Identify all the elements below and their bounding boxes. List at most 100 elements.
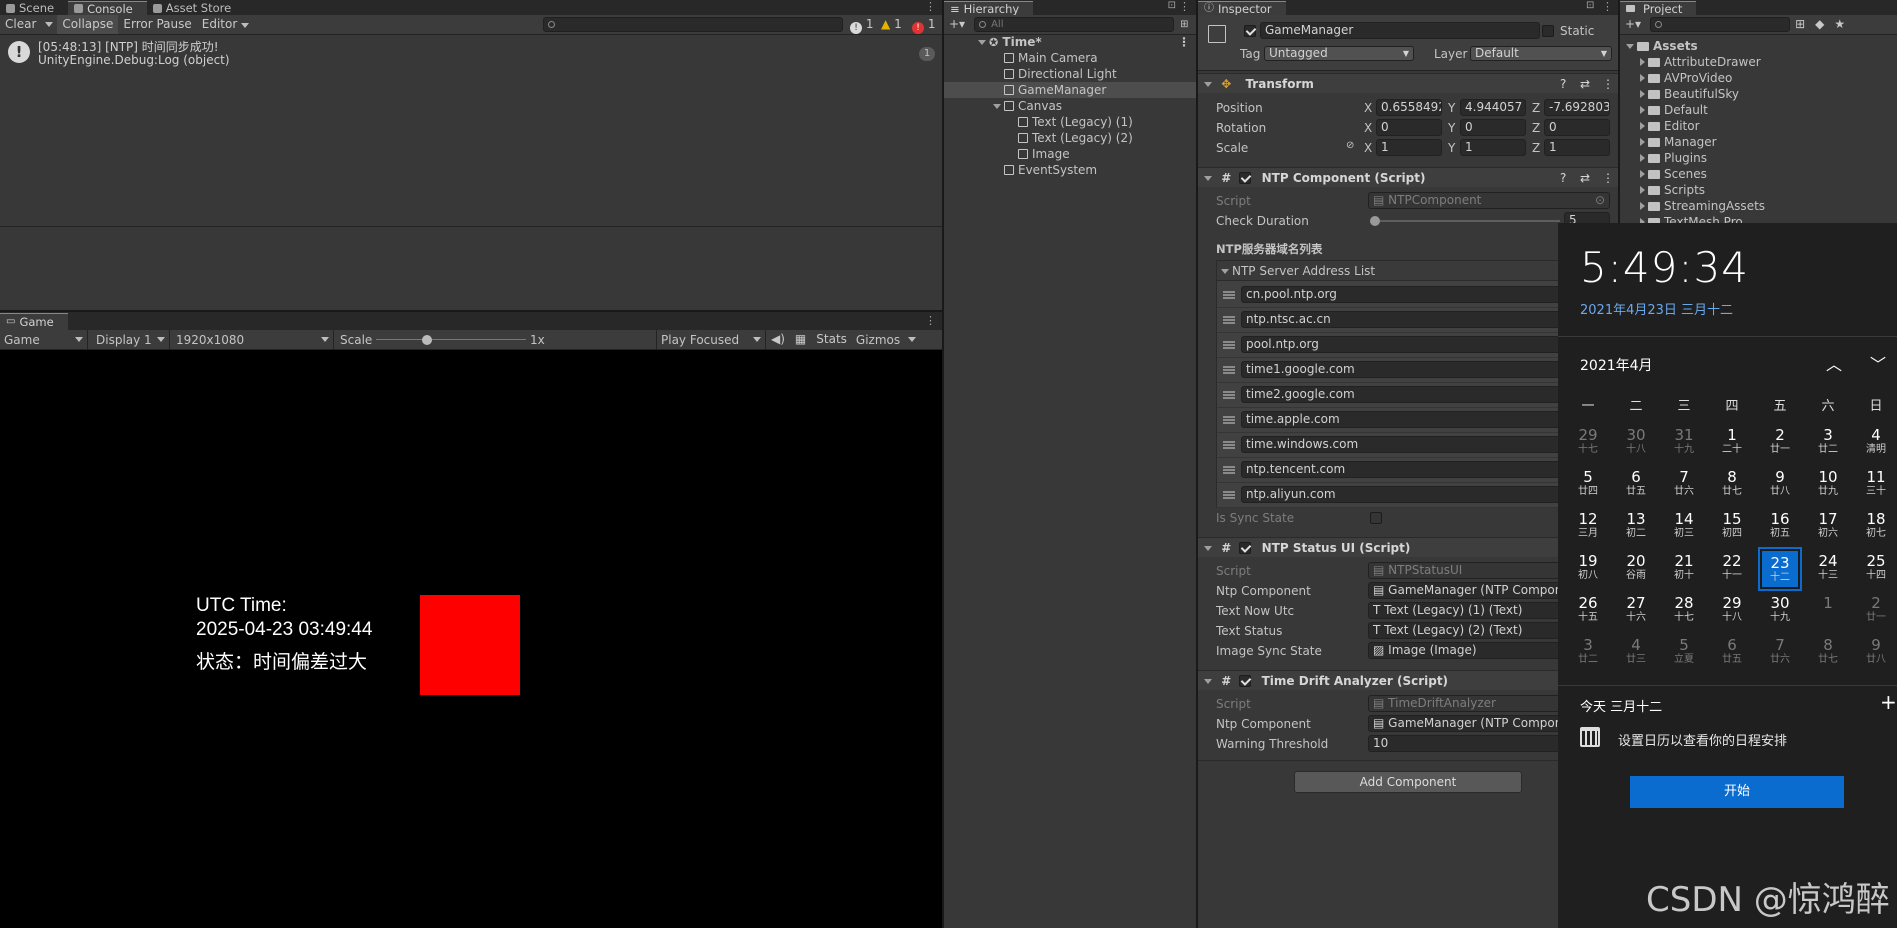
calendar-day[interactable]: 19 初八 bbox=[1568, 549, 1608, 589]
create-button[interactable]: +▾ bbox=[1620, 15, 1646, 34]
axis-z-label[interactable]: Z bbox=[1532, 120, 1540, 136]
info-count-toggle[interactable]: ! 1 bbox=[845, 15, 878, 34]
help-icon[interactable]: ? bbox=[1560, 74, 1566, 94]
chevron-right-icon[interactable] bbox=[1640, 90, 1645, 98]
chevron-down-icon[interactable] bbox=[1204, 546, 1212, 551]
help-icon[interactable]: ? bbox=[1560, 168, 1566, 188]
chevron-down-icon[interactable] bbox=[1626, 44, 1634, 49]
tag-dropdown[interactable]: Untagged ▼ bbox=[1264, 46, 1414, 61]
calendar-day[interactable]: 12 三月 bbox=[1568, 507, 1608, 547]
calendar-day[interactable]: 11 三十 bbox=[1856, 465, 1896, 505]
chevron-right-icon[interactable] bbox=[1640, 202, 1645, 210]
active-checkbox[interactable] bbox=[1244, 25, 1256, 37]
next-month-icon[interactable]: ﹀ bbox=[1870, 351, 1886, 375]
scale-z-field[interactable]: 1 bbox=[1544, 139, 1610, 156]
game-view-dropdown[interactable]: Game bbox=[0, 330, 88, 349]
drag-handle-icon[interactable] bbox=[1223, 416, 1235, 424]
project-folder-item[interactable]: Default bbox=[1620, 102, 1897, 118]
project-folder-item[interactable]: StreamingAssets bbox=[1620, 198, 1897, 214]
project-root-assets[interactable]: Assets bbox=[1620, 38, 1897, 54]
preset-icon[interactable]: ⇄ bbox=[1580, 74, 1590, 94]
chevron-down-icon[interactable] bbox=[1204, 679, 1212, 684]
ntp-server-field[interactable]: time.apple.com bbox=[1241, 411, 1605, 428]
chevron-right-icon[interactable] bbox=[1640, 186, 1645, 194]
ntp-server-field[interactable]: cn.pool.ntp.org bbox=[1241, 286, 1605, 303]
gameobject-large-icon[interactable] bbox=[1208, 25, 1226, 43]
chevron-down-icon[interactable] bbox=[1204, 82, 1212, 87]
ntp-server-row[interactable]: time2.google.com bbox=[1217, 383, 1611, 408]
calendar-day[interactable]: 14 初三 bbox=[1664, 507, 1704, 547]
more-menu-icon[interactable]: ⋮ bbox=[925, 312, 936, 330]
previous-month-icon[interactable]: ︿ bbox=[1826, 351, 1842, 375]
play-focused-dropdown[interactable]: Play Focused bbox=[656, 330, 766, 349]
calendar-day[interactable]: 30 十八 bbox=[1616, 423, 1656, 463]
calendar-day[interactable]: 29 十七 bbox=[1568, 423, 1608, 463]
chevron-right-icon[interactable] bbox=[1640, 122, 1645, 130]
calendar-day[interactable]: 2 廿一 bbox=[1760, 423, 1800, 463]
ntp-server-field[interactable]: time2.google.com bbox=[1241, 386, 1605, 403]
hierarchy-item-directional-light[interactable]: Directional Light bbox=[944, 66, 1196, 82]
hierarchy-item-gamemanager[interactable]: GameManager bbox=[944, 82, 1196, 98]
ntp-server-row[interactable]: time.windows.com bbox=[1217, 433, 1611, 458]
editor-dropdown[interactable]: Editor bbox=[197, 15, 255, 34]
project-folder-item[interactable]: Scripts bbox=[1620, 182, 1897, 198]
position-y-field[interactable]: 4.944057 bbox=[1460, 99, 1526, 116]
keyboard-icon[interactable]: ▦ bbox=[790, 330, 811, 349]
calendar-day[interactable]: 22 十一 bbox=[1712, 549, 1752, 589]
calendar-day[interactable]: 8 廿七 bbox=[1712, 465, 1752, 505]
search-filter-icon[interactable]: ⊞ bbox=[1180, 19, 1188, 30]
clear-dropdown-icon[interactable] bbox=[45, 22, 54, 27]
calendar-day[interactable]: 29 十八 bbox=[1712, 591, 1752, 631]
calendar-day[interactable]: 1 bbox=[1808, 591, 1848, 631]
calendar-day[interactable]: 4 清明 bbox=[1856, 423, 1896, 463]
drag-handle-icon[interactable] bbox=[1223, 441, 1235, 449]
ntp-list-header-row[interactable]: NTP Server Address List 9 bbox=[1217, 261, 1611, 281]
warning-count-toggle[interactable]: ▲ 1 bbox=[876, 15, 907, 34]
calendar-day[interactable]: 2 廿一 bbox=[1856, 591, 1896, 631]
calendar-day[interactable]: 15 初四 bbox=[1712, 507, 1752, 547]
ntp-server-field[interactable]: time.windows.com bbox=[1241, 436, 1605, 453]
scale-slider-thumb[interactable] bbox=[422, 335, 432, 345]
ntp-server-row[interactable]: time.apple.com bbox=[1217, 408, 1611, 433]
collapse-toggle[interactable]: Collapse bbox=[57, 15, 119, 34]
tab-hierarchy[interactable]: ≡ Hierarchy bbox=[944, 1, 1034, 16]
calendar-day[interactable]: 18 初七 bbox=[1856, 507, 1896, 547]
calendar-day[interactable]: 30 十九 bbox=[1760, 591, 1800, 631]
calendar-day[interactable]: 16 初五 bbox=[1760, 507, 1800, 547]
drag-handle-icon[interactable] bbox=[1223, 341, 1235, 349]
calendar-day[interactable]: 8 廿七 bbox=[1808, 633, 1848, 673]
hierarchy-item-eventsystem[interactable]: EventSystem bbox=[944, 162, 1196, 178]
search-by-type-icon[interactable]: ⊞ bbox=[1790, 15, 1810, 34]
calendar-day[interactable]: 6 廿五 bbox=[1616, 465, 1656, 505]
project-folder-item[interactable]: AVProVideo bbox=[1620, 70, 1897, 86]
hierarchy-item-text-1[interactable]: Text (Legacy) (1) bbox=[944, 114, 1196, 130]
chevron-right-icon[interactable] bbox=[1640, 106, 1645, 114]
add-event-icon[interactable]: + bbox=[1880, 690, 1897, 714]
calendar-day[interactable]: 21 初十 bbox=[1664, 549, 1704, 589]
drag-handle-icon[interactable] bbox=[1223, 391, 1235, 399]
position-z-field[interactable]: -7.692803 bbox=[1544, 99, 1610, 116]
component-enabled-checkbox[interactable] bbox=[1239, 542, 1252, 554]
ntp-server-field[interactable]: time1.google.com bbox=[1241, 361, 1605, 378]
check-duration-slider[interactable] bbox=[1370, 214, 1560, 228]
more-menu-icon[interactable]: ⋮ bbox=[1178, 34, 1190, 50]
calendar-day[interactable]: 4 廿三 bbox=[1616, 633, 1656, 673]
hierarchy-item-canvas[interactable]: Canvas bbox=[944, 98, 1196, 114]
more-menu-icon[interactable]: ⋮ bbox=[1602, 168, 1614, 188]
ntp-server-row[interactable]: ntp.tencent.com bbox=[1217, 458, 1611, 483]
project-search-input[interactable] bbox=[1650, 17, 1791, 32]
project-folder-item[interactable]: TextMesh Pro bbox=[1620, 214, 1897, 223]
component-enabled-checkbox[interactable] bbox=[1239, 172, 1252, 184]
ntp-server-field[interactable]: ntp.tencent.com bbox=[1241, 461, 1605, 478]
axis-x-label[interactable]: X bbox=[1364, 120, 1372, 136]
resolution-dropdown[interactable]: 1920x1080 bbox=[170, 330, 334, 349]
calendar-day[interactable]: 25 十四 bbox=[1856, 549, 1896, 589]
tab-game[interactable]: ▭ Game bbox=[0, 313, 68, 330]
hierarchy-item-text-2[interactable]: Text (Legacy) (2) bbox=[944, 130, 1196, 146]
component-enabled-checkbox[interactable] bbox=[1239, 675, 1252, 687]
project-folder-item[interactable]: BeautifulSky bbox=[1620, 86, 1897, 102]
chevron-down-icon[interactable] bbox=[993, 104, 1001, 109]
ntp-server-field[interactable]: ntp.aliyun.com bbox=[1241, 486, 1605, 503]
chevron-right-icon[interactable] bbox=[1640, 170, 1645, 178]
axis-x-label[interactable]: X bbox=[1364, 100, 1372, 116]
